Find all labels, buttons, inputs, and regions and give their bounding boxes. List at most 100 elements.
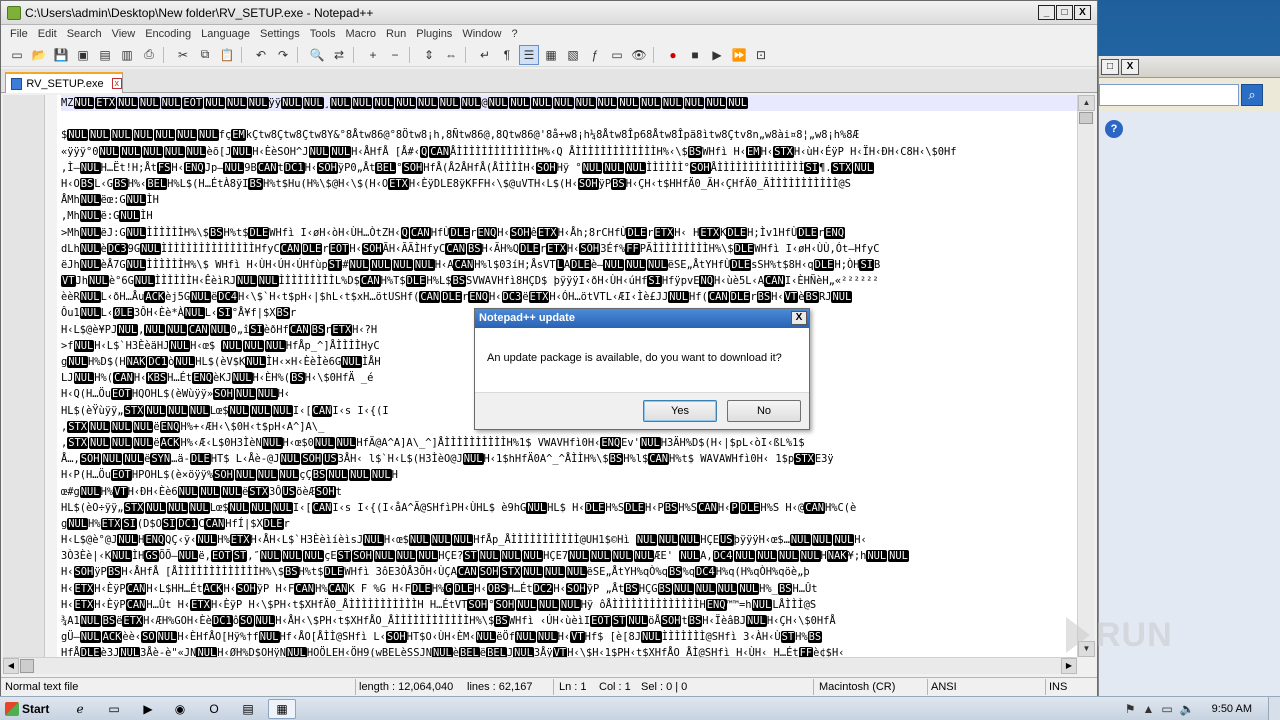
search-icon[interactable]: ⌕	[1241, 84, 1263, 106]
code-line[interactable]: 25œ#gNULH%VTH‹ÐH‹Èè6NULNULNULëSTX3ÔUSöèÆ…	[61, 484, 1077, 500]
close-all-icon[interactable]: ▥	[117, 45, 137, 65]
media-player-icon[interactable]: ▶	[134, 699, 162, 719]
no-button[interactable]: No	[727, 400, 801, 422]
play-multiple-icon[interactable]: ⏩	[729, 45, 749, 65]
close-button[interactable]: X	[1121, 59, 1139, 75]
code-line[interactable]: 6H‹OBSL‹GBSH%‹BELH%L$(H…ÉtÀ8ÿIBSH%t$Hu(H…	[61, 176, 1077, 192]
code-line[interactable]: 32H‹ETXH‹ÈÿPCANH…Ût H‹ETXH‹ÈÿP H‹\$PH‹t$…	[61, 597, 1077, 613]
code-line[interactable]: 31H‹ETXH‹ÈÿPCANH‹L$HH…ÉtACKH‹SOHÿP H‹FCA…	[61, 581, 1077, 597]
menu-view[interactable]: View	[107, 25, 141, 43]
save-icon[interactable]: 💾	[51, 45, 71, 65]
code-line[interactable]: 13èèRNULL‹ðH…ÅuACKèj5GNULëDC4H‹\$`H‹t$pH…	[61, 289, 1077, 305]
start-button[interactable]: Start	[2, 698, 54, 719]
ie-icon[interactable]: ℯ	[66, 699, 94, 719]
code-line[interactable]: 35HfÅDLEè3JNUL3Åè-è"«JNNULH‹ØH%D$OHÿNNUL…	[61, 645, 1077, 657]
monitoring-icon[interactable]: 👁	[629, 45, 649, 65]
vertical-scroll-thumb[interactable]	[1079, 112, 1093, 124]
minimize-button[interactable]: _	[1038, 5, 1055, 20]
code-line[interactable]: 30H‹SOHÿPBSH‹ÅHfÅ [ÅÌÌÌÌÌÌÌÌÌÌÌÌÌH%\$BSH…	[61, 564, 1077, 580]
menu-run[interactable]: Run	[381, 25, 411, 43]
undo-icon[interactable]: ↶	[251, 45, 271, 65]
print-icon[interactable]: ⎙	[139, 45, 159, 65]
scroll-right-icon[interactable]: ▶	[1061, 658, 1077, 674]
tab-rv-setup[interactable]: RV_SETUP.exe x	[5, 72, 123, 93]
menu-file[interactable]: File	[5, 25, 33, 43]
chrome-icon[interactable]: ◉	[166, 699, 194, 719]
code-line[interactable]: 3$NULNULNULNULNULNULNULfçEMkÇtw8Çtw8Çtw8…	[61, 127, 1077, 143]
close-button[interactable]: X	[1074, 5, 1091, 20]
menu-help[interactable]: ?	[506, 25, 522, 43]
code-line[interactable]: 293Ò3Èè|‹KNULÌHGSÕÕ–NULë‚EOTST‚″NULNULNU…	[61, 548, 1077, 564]
vertical-scrollbar[interactable]: ▲ ▼	[1077, 95, 1095, 657]
help-icon[interactable]: ?	[1105, 120, 1123, 138]
user-language-icon[interactable]: ▦	[541, 45, 561, 65]
copy-icon[interactable]: ⧉	[195, 45, 215, 65]
function-list-icon[interactable]: ƒ	[585, 45, 605, 65]
scroll-up-icon[interactable]: ▲	[1078, 95, 1095, 111]
maximize-button[interactable]: □	[1056, 5, 1073, 20]
menu-plugins[interactable]: Plugins	[411, 25, 457, 43]
save-all-icon[interactable]: ▣	[73, 45, 93, 65]
app-icon[interactable]: ▤	[234, 699, 262, 719]
replace-icon[interactable]: ⇄	[329, 45, 349, 65]
network-icon[interactable]: ▭	[1161, 702, 1172, 716]
show-all-chars-icon[interactable]: ¶	[497, 45, 517, 65]
new-file-icon[interactable]: ▭	[7, 45, 27, 65]
zoom-in-icon[interactable]: +	[363, 45, 383, 65]
cut-icon[interactable]: ✂	[173, 45, 193, 65]
code-line[interactable]: 5‚Ì—NULH…Ët!H;ÅtFSH‹ENQJp—NUL9BCANtDC1H‹…	[61, 160, 1077, 176]
scroll-left-icon[interactable]: ◀	[3, 658, 19, 674]
doc-map-icon[interactable]: ▧	[563, 45, 583, 65]
action-center-icon[interactable]: ⚑	[1125, 702, 1136, 716]
menu-window[interactable]: Window	[457, 25, 506, 43]
folder-workspace-icon[interactable]: ▭	[607, 45, 627, 65]
code-line[interactable]: 1MZNULETXNULNULNULEOTNULNULNULÿÿNULNUL¸N…	[61, 95, 1077, 112]
code-line[interactable]: 26HL$(èO÷ÿÿ„STXNULNULNULLœ$NULNULNULI‹[C…	[61, 500, 1077, 516]
horizontal-scrollbar[interactable]: ◀ ▶	[3, 657, 1077, 674]
menu-search[interactable]: Search	[62, 25, 107, 43]
code-line[interactable]: 9>MhNULëJ:GNULÌÌÌÌÌÌH%\$BSH%t$DLEWHfì I‹…	[61, 225, 1077, 241]
address-bar[interactable]	[1099, 84, 1239, 106]
dialog-title[interactable]: Notepad++ update X	[475, 309, 809, 328]
stop-macro-icon[interactable]: ■	[685, 45, 705, 65]
code-line[interactable]: 4«ÿÿÿ°0NULNULNULNULNULèõ[JNULH‹ÈèSOH^JNU…	[61, 144, 1077, 160]
tab-close-icon[interactable]: x	[111, 78, 122, 89]
opera-icon[interactable]: O	[200, 699, 228, 719]
horizontal-scroll-thumb[interactable]	[20, 659, 34, 673]
word-wrap-icon[interactable]: ↵	[475, 45, 495, 65]
sync-vertical-icon[interactable]: ⇕	[419, 45, 439, 65]
menu-settings[interactable]: Settings	[255, 25, 305, 43]
code-line[interactable]: 7ÅMhNULëœ:GNULÌH	[61, 192, 1077, 208]
close-icon[interactable]: ▤	[95, 45, 115, 65]
code-line[interactable]: 34gÜ—NULACKèè‹SONULH‹ÈHfÅO[Hÿ%†fNULHf‹ÅO…	[61, 629, 1077, 645]
zoom-out-icon[interactable]: −	[385, 45, 405, 65]
redo-icon[interactable]: ↷	[273, 45, 293, 65]
code-line[interactable]: 11ëJhNULèÅ7GNULÌÌÌÌÌÌH%\$ WHfì H‹ÙH‹ÚH‹Ú…	[61, 257, 1077, 273]
code-line[interactable]: 8‚MhNULë:GNULÌH	[61, 208, 1077, 224]
code-line[interactable]: 24H‹P(H…ÖuEOTHPOHL$(è×öÿÿ%SOHNULNULNULçÇ…	[61, 467, 1077, 483]
open-file-icon[interactable]: 📂	[29, 45, 49, 65]
menu-macro[interactable]: Macro	[340, 25, 381, 43]
code-line[interactable]: 12VTJhNULè°6GNULÌÌÌÌÌÌH‹ÊèìRJNULNULÌÌÌÌÌ…	[61, 273, 1077, 289]
menu-encoding[interactable]: Encoding	[140, 25, 196, 43]
notepadpp-taskbar-icon[interactable]: ▦	[268, 699, 296, 719]
sync-horizontal-icon[interactable]: ⇔	[441, 45, 461, 65]
find-icon[interactable]: 🔍	[307, 45, 327, 65]
indent-guide-icon[interactable]: ☰	[519, 44, 539, 65]
background-window[interactable]: □ X ⌕ ?	[1098, 56, 1280, 696]
volume-icon[interactable]: 🔈	[1180, 702, 1195, 716]
record-macro-icon[interactable]: ●	[663, 45, 683, 65]
code-line[interactable]: 23Å…,SOHNULNULëSYN…ä-DLEHT$ L‹Åè-@JNULSO…	[61, 451, 1077, 467]
code-line[interactable]: 2	[61, 111, 1077, 127]
dialog-close-button[interactable]: X	[791, 311, 807, 325]
clock[interactable]: 9:50 AM	[1212, 703, 1252, 715]
yes-button[interactable]: Yes	[643, 400, 717, 422]
menu-tools[interactable]: Tools	[305, 25, 341, 43]
title-bar[interactable]: C:\Users\admin\Desktop\New folder\RV_SET…	[1, 1, 1097, 25]
menu-edit[interactable]: Edit	[33, 25, 62, 43]
tray-arrow-icon[interactable]: ▲	[1142, 702, 1154, 716]
code-line[interactable]: 10dLhNULèDC39GNULÌÌÌÌÌÌÌÌÌÌÌÌÌÌÌHfyCCAND…	[61, 241, 1077, 257]
save-macro-icon[interactable]: ⊡	[751, 45, 771, 65]
code-line[interactable]: 22‚STXNULNULNULëACKH%‹Æ‹L$0H3ÌèNNULH‹œ$0…	[61, 435, 1077, 451]
background-window-titlebar[interactable]: □ X	[1099, 56, 1280, 78]
